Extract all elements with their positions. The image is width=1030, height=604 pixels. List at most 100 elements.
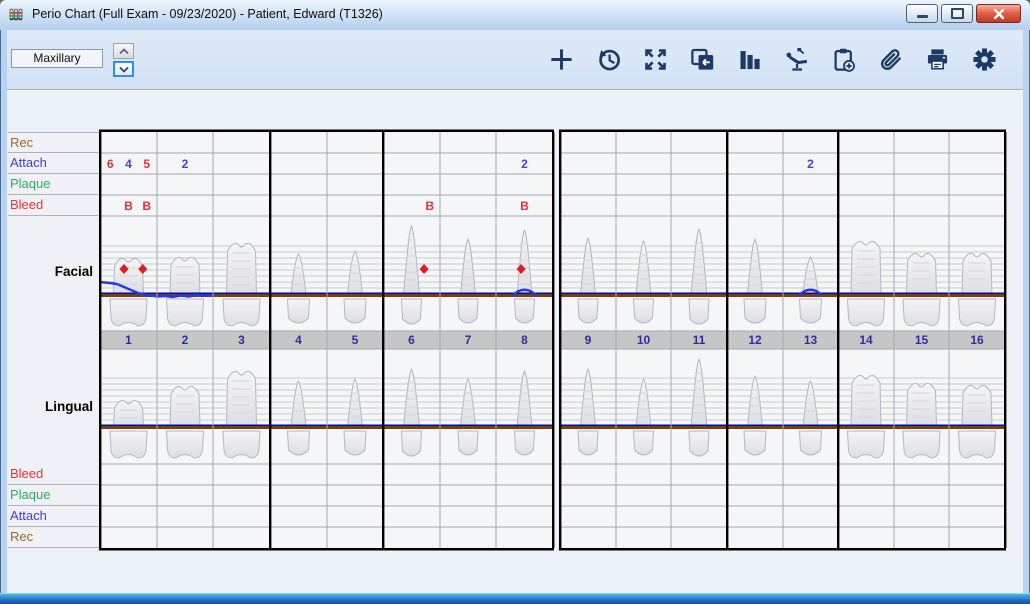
tooth-4-lingual[interactable] — [270, 349, 327, 464]
tooth-9-facial[interactable] — [560, 216, 616, 331]
tooth-10-lingual[interactable] — [616, 349, 671, 464]
tooth-8-facial[interactable] — [496, 216, 553, 331]
arch-up-button[interactable] — [113, 43, 134, 59]
graph-summary-button[interactable] — [735, 45, 763, 75]
minimize-icon — [917, 15, 928, 18]
tooth-number-12[interactable]: 12 — [727, 331, 783, 349]
toolbar: Maxillary — [7, 30, 1023, 90]
tooth-number-3[interactable]: 3 — [213, 331, 270, 349]
full-screen-button[interactable] — [641, 45, 669, 75]
dental-chair-button[interactable] — [782, 45, 810, 75]
facial-label: Facial — [8, 264, 93, 279]
tooth-13-lingual[interactable] — [783, 349, 838, 464]
tooth-14-facial[interactable] — [838, 216, 894, 331]
bleed-mark-tooth-6[interactable]: B — [425, 199, 434, 213]
maximize-icon — [951, 8, 964, 19]
minimize-button[interactable] — [906, 4, 938, 23]
row-label-plaque-bottom: Plaque — [8, 485, 99, 506]
close-button[interactable] — [976, 4, 1021, 23]
tooth-5-facial[interactable] — [327, 216, 383, 331]
tooth-1-lingual[interactable] — [100, 349, 157, 464]
chart-area: RecAttachPlaqueBleedBleedPlaqueAttachRec… — [7, 91, 1023, 594]
tooth-7-lingual[interactable] — [440, 349, 496, 464]
tooth-12-lingual[interactable] — [727, 349, 783, 464]
window-bottom-border — [0, 593, 1030, 604]
attach-value-tooth-1[interactable]: 6 — [107, 157, 114, 171]
switch-chart-view-icon — [689, 46, 716, 73]
attach-value-tooth-2[interactable]: 2 — [182, 157, 189, 171]
settings-icon — [971, 46, 998, 73]
copy-exam-clipboard-icon — [830, 46, 857, 73]
bleed-mark-tooth-1[interactable]: B — [124, 199, 133, 213]
tooth-number-6[interactable]: 6 — [383, 331, 440, 349]
attachments-button[interactable] — [876, 45, 904, 75]
tooth-3-facial[interactable] — [213, 216, 270, 331]
tooth-number-7[interactable]: 7 — [440, 331, 496, 349]
tooth-4-facial[interactable] — [270, 216, 327, 331]
tooth-number-2[interactable]: 2 — [157, 331, 213, 349]
chevron-up-icon — [119, 48, 129, 55]
tooth-13-facial[interactable] — [783, 216, 838, 331]
row-label-bleed-bottom: Bleed — [8, 464, 99, 485]
row-label-rec-top: Rec — [8, 132, 99, 153]
tooth-number-1[interactable]: 1 — [100, 331, 157, 349]
tooth-10-facial[interactable] — [616, 216, 671, 331]
close-icon — [993, 8, 1005, 20]
dental-chair-icon — [783, 46, 810, 73]
tooth-6-lingual[interactable] — [383, 349, 440, 464]
tooth-number-9[interactable]: 9 — [560, 331, 616, 349]
add-measurement-button[interactable] — [547, 45, 575, 75]
tooth-3-lingual[interactable] — [213, 349, 270, 464]
row-label-attach-bottom: Attach — [8, 506, 99, 527]
tooth-11-lingual[interactable] — [671, 349, 727, 464]
attach-value-tooth-8[interactable]: 2 — [521, 157, 528, 171]
tooth-12-facial[interactable] — [727, 216, 783, 331]
tooth-14-lingual[interactable] — [838, 349, 894, 464]
title-bar[interactable]: Perio Chart (Full Exam - 09/23/2020) - P… — [0, 0, 1030, 30]
row-label-plaque-top: Plaque — [8, 174, 99, 195]
tooth-number-5[interactable]: 5 — [327, 331, 383, 349]
bleed-mark-tooth-8[interactable]: B — [520, 199, 529, 213]
arch-selector-value: Maxillary — [11, 49, 103, 68]
row-label-bleed-top: Bleed — [8, 195, 99, 216]
print-icon — [924, 46, 951, 73]
tooth-8-lingual[interactable] — [496, 349, 553, 464]
tooth-number-14[interactable]: 14 — [838, 331, 894, 349]
tooth-number-11[interactable]: 11 — [671, 331, 727, 349]
tooth-1-facial[interactable] — [100, 216, 157, 331]
window-title: Perio Chart (Full Exam - 09/23/2020) - P… — [32, 7, 383, 21]
tooth-11-facial[interactable] — [671, 216, 727, 331]
tooth-16-lingual[interactable] — [949, 349, 1005, 464]
tooth-number-8[interactable]: 8 — [496, 331, 553, 349]
tooth-9-lingual[interactable] — [560, 349, 616, 464]
copy-exam-clipboard-button[interactable] — [829, 45, 857, 75]
arch-down-button[interactable] — [113, 61, 134, 77]
tooth-2-facial[interactable] — [157, 216, 213, 331]
tooth-number-10[interactable]: 10 — [616, 331, 671, 349]
exam-history-icon — [595, 46, 622, 73]
maximize-button[interactable] — [941, 4, 973, 23]
print-button[interactable] — [923, 45, 951, 75]
tooth-15-facial[interactable] — [894, 216, 949, 331]
full-screen-icon — [642, 46, 669, 73]
tooth-number-16[interactable]: 16 — [949, 331, 1005, 349]
tooth-number-15[interactable]: 15 — [894, 331, 949, 349]
tooth-16-facial[interactable] — [949, 216, 1005, 331]
switch-chart-view-button[interactable] — [688, 45, 716, 75]
graph-summary-icon — [736, 46, 763, 73]
tooth-2-lingual[interactable] — [157, 349, 213, 464]
add-measurement-icon — [548, 46, 575, 73]
tooth-number-4[interactable]: 4 — [270, 331, 327, 349]
attach-value-tooth-13[interactable]: 2 — [807, 157, 814, 171]
tooth-15-lingual[interactable] — [894, 349, 949, 464]
tooth-7-facial[interactable] — [440, 216, 496, 331]
attach-value-tooth-1[interactable]: 5 — [143, 157, 150, 171]
attach-value-tooth-1[interactable]: 4 — [125, 157, 132, 171]
exam-history-button[interactable] — [594, 45, 622, 75]
tooth-6-facial[interactable] — [383, 216, 440, 331]
bleed-mark-tooth-1[interactable]: B — [142, 199, 151, 213]
tooth-5-lingual[interactable] — [327, 349, 383, 464]
tooth-number-13[interactable]: 13 — [783, 331, 838, 349]
row-label-rec-bottom: Rec — [8, 527, 99, 548]
settings-button[interactable] — [970, 45, 998, 75]
